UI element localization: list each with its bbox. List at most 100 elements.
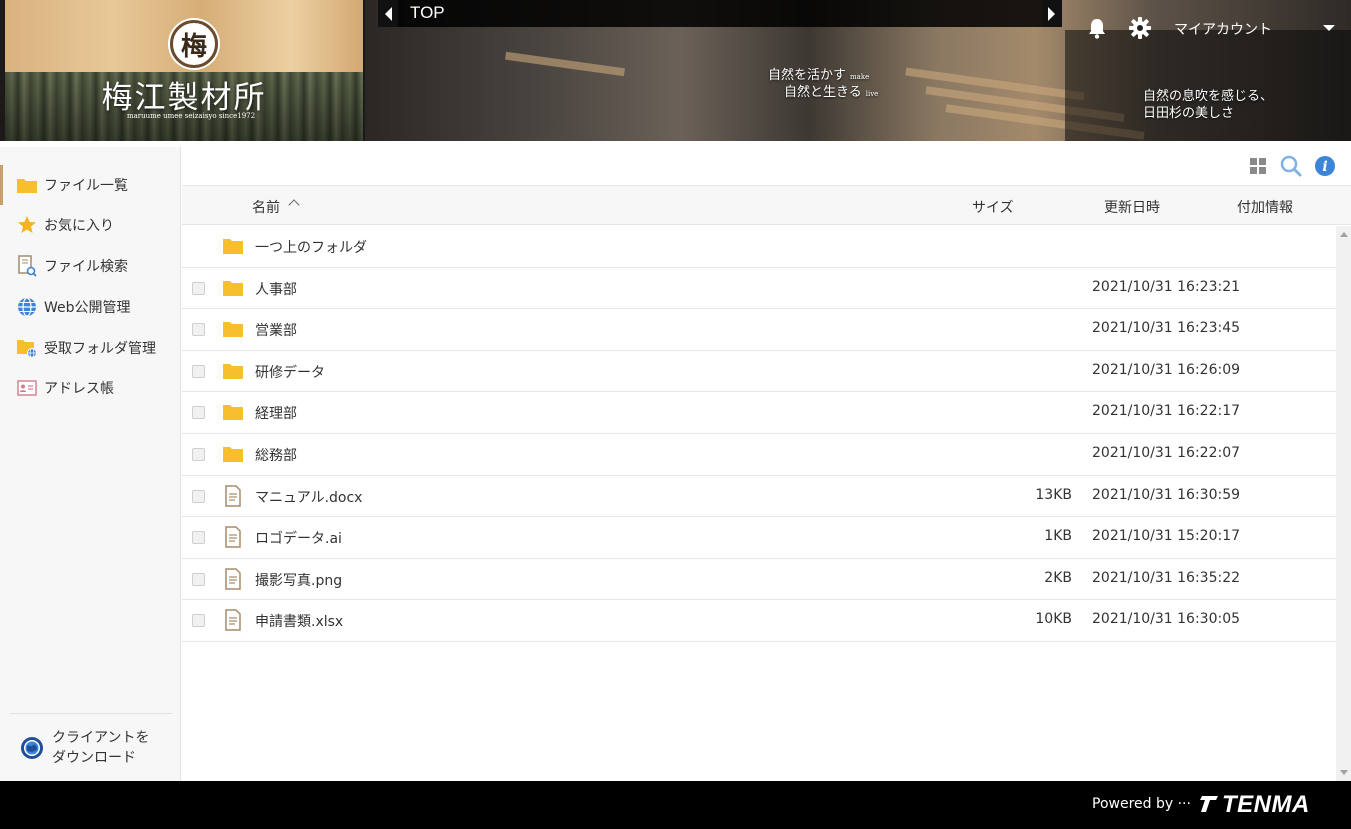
folder-icon bbox=[222, 318, 244, 340]
row-checkbox[interactable] bbox=[192, 364, 205, 378]
scroll-up-icon[interactable] bbox=[1340, 232, 1348, 237]
sidebar: ファイル一覧 お気に入り ファイル検索 Web公開管理 受取フォルダ管理 アドレ… bbox=[0, 147, 181, 781]
file-name[interactable]: 研修データ bbox=[255, 362, 325, 382]
breadcrumb-current[interactable]: TOP bbox=[410, 3, 445, 23]
sidebar-item-favorites[interactable]: お気に入り bbox=[0, 205, 181, 245]
table-row[interactable]: マニュアル.docx 13KB 2021/10/31 16:30:59 bbox=[182, 476, 1336, 518]
svg-text:i: i bbox=[1322, 159, 1327, 175]
table-row[interactable]: 営業部 2021/10/31 16:23:45 bbox=[182, 309, 1336, 351]
file-search-icon bbox=[16, 255, 38, 277]
file-modified: 2021/10/31 15:20:17 bbox=[1092, 528, 1241, 545]
sidebar-item-address-book[interactable]: アドレス帳 bbox=[0, 368, 181, 408]
file-name[interactable]: マニュアル.docx bbox=[255, 487, 362, 507]
column-header-size[interactable]: サイズ bbox=[972, 197, 1014, 217]
folder-icon bbox=[16, 174, 38, 196]
gear-icon[interactable] bbox=[1129, 17, 1151, 39]
search-icon[interactable] bbox=[1280, 155, 1302, 177]
file-name[interactable]: 営業部 bbox=[255, 320, 297, 340]
file-modified: 2021/10/31 16:23:45 bbox=[1092, 320, 1241, 337]
chevron-right-icon[interactable] bbox=[1042, 0, 1062, 27]
file-table-body: 一つ上のフォルダ 人事部 2021/10/31 16:23:21 営業部 2021/10… bbox=[182, 226, 1336, 642]
chevron-left-icon[interactable] bbox=[378, 0, 398, 27]
file-list-panel: i 名前 サイズ 更新日時 付加情報 一つ上のフォルダ 人事部 2021/10/31… bbox=[182, 147, 1351, 781]
powered-by-label: Powered by ··· bbox=[1092, 796, 1191, 812]
row-checkbox[interactable] bbox=[192, 531, 205, 545]
row-checkbox[interactable] bbox=[192, 614, 205, 628]
chevron-down-icon[interactable] bbox=[1323, 25, 1335, 31]
sidebar-item-label: ファイル一覧 bbox=[44, 178, 128, 194]
row-checkbox[interactable] bbox=[192, 281, 205, 295]
sidebar-item-web-publish[interactable]: Web公開管理 bbox=[0, 287, 181, 327]
file-icon bbox=[222, 568, 244, 590]
file-modified: 2021/10/31 16:35:22 bbox=[1092, 569, 1241, 586]
file-name[interactable]: 経理部 bbox=[255, 403, 297, 423]
client-download-label-2: ダウンロード bbox=[52, 749, 136, 766]
logo-subtitle: maruume umee seizaisyo since1972 bbox=[126, 112, 256, 120]
grid-view-icon[interactable] bbox=[1247, 155, 1269, 177]
row-checkbox[interactable] bbox=[192, 447, 205, 461]
vertical-scrollbar[interactable] bbox=[1336, 226, 1351, 781]
sidebar-item-label: 受取フォルダ管理 bbox=[44, 341, 156, 357]
globe-download-icon bbox=[20, 736, 44, 760]
file-icon bbox=[222, 609, 244, 632]
sidebar-item-file-search[interactable]: ファイル検索 bbox=[0, 246, 181, 286]
table-row[interactable]: 研修データ 2021/10/31 16:26:09 bbox=[182, 351, 1336, 393]
header: 梅 梅江製材所 maruume umee seizaisyo since1972… bbox=[0, 0, 1351, 141]
scroll-down-icon[interactable] bbox=[1340, 770, 1348, 775]
folder-icon bbox=[222, 360, 244, 382]
client-download-button[interactable]: クライアントを ダウンロード bbox=[10, 713, 172, 781]
file-name[interactable]: 総務部 bbox=[255, 445, 297, 465]
table-header: 名前 サイズ 更新日時 付加情報 bbox=[182, 185, 1351, 225]
column-header-extra[interactable]: 付加情報 bbox=[1237, 197, 1293, 217]
file-name[interactable]: 申請書類.xlsx bbox=[255, 611, 343, 631]
table-row[interactable]: 経理部 2021/10/31 16:22:17 bbox=[182, 392, 1336, 434]
client-download-label-1: クライアントを bbox=[52, 729, 150, 746]
my-account-menu[interactable]: マイアカウント bbox=[1174, 19, 1272, 39]
folder-icon bbox=[222, 443, 244, 465]
table-row[interactable]: ロゴデータ.ai 1KB 2021/10/31 15:20:17 bbox=[182, 517, 1336, 559]
file-name[interactable]: 人事部 bbox=[255, 279, 297, 299]
file-icon bbox=[222, 526, 244, 548]
banner-tagline-2: 自然と生きる live bbox=[784, 85, 879, 100]
brand-name: TENMA bbox=[1222, 791, 1310, 818]
sidebar-item-receive-folder[interactable]: 受取フォルダ管理 bbox=[0, 328, 181, 368]
folder-icon bbox=[222, 277, 244, 299]
info-icon[interactable]: i bbox=[1314, 155, 1336, 177]
file-modified: 2021/10/31 16:22:17 bbox=[1092, 403, 1241, 420]
parent-folder-row[interactable]: 一つ上のフォルダ bbox=[182, 226, 1336, 268]
file-icon bbox=[222, 484, 244, 507]
sort-ascending-icon[interactable] bbox=[288, 199, 300, 211]
logo-title: 梅江製材所 bbox=[101, 80, 267, 116]
table-row[interactable]: 総務部 2021/10/31 16:22:07 bbox=[182, 434, 1336, 476]
file-name[interactable]: ロゴデータ.ai bbox=[255, 528, 342, 548]
file-name[interactable]: 撮影写真.png bbox=[255, 570, 342, 590]
banner-tagline-4: 日田杉の美しさ bbox=[1143, 106, 1235, 121]
row-checkbox[interactable] bbox=[192, 572, 205, 586]
file-modified: 2021/10/31 16:30:05 bbox=[1092, 611, 1241, 628]
sidebar-item-label: お気に入り bbox=[44, 218, 114, 234]
star-icon bbox=[16, 214, 38, 236]
table-row[interactable]: 申請書類.xlsx 10KB 2021/10/31 16:30:05 bbox=[182, 600, 1336, 642]
row-checkbox[interactable] bbox=[192, 489, 205, 503]
sidebar-item-file-list[interactable]: ファイル一覧 bbox=[0, 165, 181, 205]
folder-globe-icon bbox=[16, 337, 38, 359]
folder-icon bbox=[222, 401, 244, 423]
column-header-name[interactable]: 名前 bbox=[252, 197, 280, 217]
file-modified: 2021/10/31 16:23:21 bbox=[1092, 278, 1241, 295]
footer: Powered by ··· TENMA bbox=[0, 781, 1351, 829]
table-row[interactable]: 撮影写真.png 2KB 2021/10/31 16:35:22 bbox=[182, 559, 1336, 601]
file-name[interactable]: 一つ上のフォルダ bbox=[255, 237, 367, 257]
globe-icon bbox=[16, 296, 38, 318]
file-size: 1KB bbox=[1044, 528, 1072, 545]
bell-icon[interactable] bbox=[1086, 17, 1108, 39]
file-size: 2KB bbox=[1044, 569, 1072, 586]
logo[interactable]: 梅 梅江製材所 maruume umee seizaisyo since1972 bbox=[5, 0, 363, 141]
row-checkbox[interactable] bbox=[192, 323, 205, 337]
file-modified: 2021/10/31 16:30:59 bbox=[1092, 486, 1241, 503]
column-header-modified[interactable]: 更新日時 bbox=[1104, 197, 1160, 217]
sidebar-item-label: Web公開管理 bbox=[44, 300, 131, 316]
table-row[interactable]: 人事部 2021/10/31 16:23:21 bbox=[182, 268, 1336, 310]
file-modified: 2021/10/31 16:26:09 bbox=[1092, 361, 1241, 378]
breadcrumb-bar: TOP bbox=[378, 0, 1062, 27]
row-checkbox[interactable] bbox=[192, 406, 205, 420]
